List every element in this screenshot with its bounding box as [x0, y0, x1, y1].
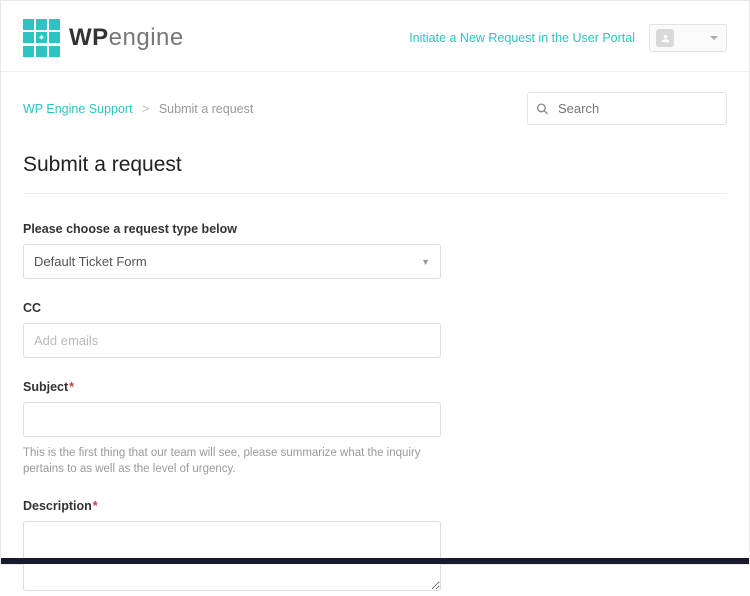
- breadcrumb-current: Submit a request: [159, 102, 254, 116]
- user-dropdown[interactable]: [649, 24, 727, 52]
- description-field: Description*: [23, 499, 441, 596]
- breadcrumb-separator: >: [142, 102, 149, 116]
- footer-bar: [1, 558, 749, 564]
- request-form: Please choose a request type below Defau…: [23, 222, 441, 596]
- portal-link[interactable]: Initiate a New Request in the User Porta…: [409, 31, 635, 45]
- logo-text: WPengine: [69, 24, 184, 52]
- page-title: Submit a request: [23, 153, 727, 194]
- user-icon: [656, 29, 674, 47]
- search-box: [527, 92, 727, 125]
- search-input[interactable]: [527, 92, 727, 125]
- subject-input[interactable]: [23, 402, 441, 437]
- description-textarea[interactable]: [23, 521, 441, 591]
- cc-field: CC: [23, 301, 441, 358]
- request-type-field: Please choose a request type below Defau…: [23, 222, 441, 279]
- logo-icon: [23, 19, 61, 57]
- breadcrumb: WP Engine Support > Submit a request: [23, 102, 253, 116]
- required-asterisk: *: [69, 380, 74, 394]
- subject-field: Subject* This is the first thing that ou…: [23, 380, 441, 477]
- request-type-label: Please choose a request type below: [23, 222, 441, 236]
- description-label: Description*: [23, 499, 441, 513]
- logo-text-engine: engine: [109, 24, 184, 51]
- request-type-select[interactable]: Default Ticket Form ▼: [23, 244, 441, 279]
- subject-label: Subject*: [23, 380, 441, 394]
- header-right: Initiate a New Request in the User Porta…: [409, 24, 727, 52]
- header: WPengine Initiate a New Request in the U…: [1, 1, 749, 72]
- cc-label: CC: [23, 301, 441, 315]
- cc-input[interactable]: [23, 323, 441, 358]
- caret-down-icon: ▼: [421, 257, 430, 267]
- breadcrumb-root[interactable]: WP Engine Support: [23, 102, 133, 116]
- required-asterisk: *: [93, 499, 98, 513]
- search-icon: [536, 102, 549, 115]
- wpengine-logo[interactable]: WPengine: [23, 19, 184, 57]
- logo-text-wp: WP: [69, 24, 109, 51]
- request-type-value: Default Ticket Form: [34, 254, 147, 269]
- subject-hint: This is the first thing that our team wi…: [23, 445, 441, 477]
- main-content: Submit a request Please choose a request…: [1, 133, 749, 596]
- subheader: WP Engine Support > Submit a request: [1, 72, 749, 133]
- chevron-down-icon: [710, 36, 718, 40]
